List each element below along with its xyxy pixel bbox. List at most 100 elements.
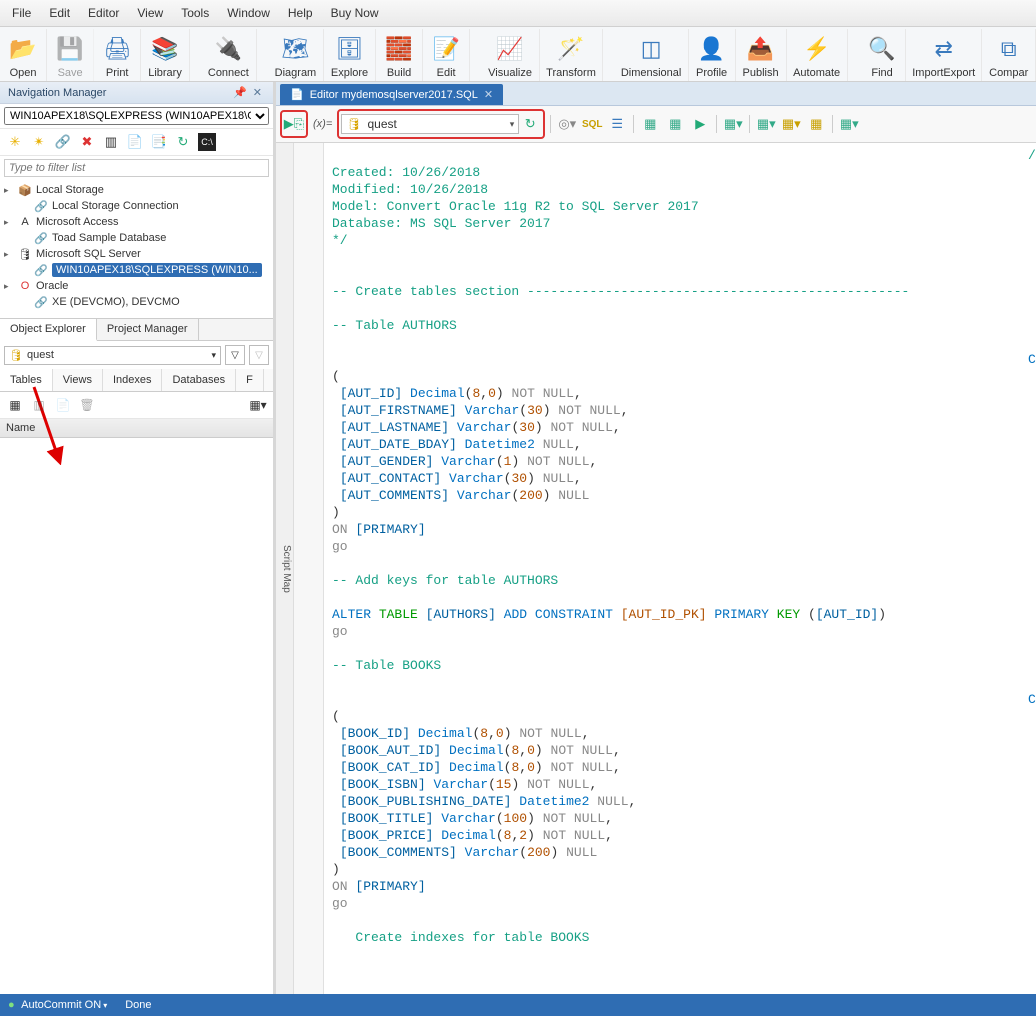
highlight-db-selector: 🛢 quest ▾ ↻	[337, 109, 545, 139]
tb-ic3-icon[interactable]: ☰	[606, 113, 628, 135]
ribbon-build[interactable]: 🧱Build	[376, 29, 423, 81]
obj-ic4-icon[interactable]: 🗑	[78, 396, 96, 414]
tb-ic9-icon[interactable]: ▦▾	[780, 113, 802, 135]
nav-title-bar: Navigation Manager 📌 ✕	[0, 82, 273, 104]
execute-button[interactable]: ▶⎘	[283, 113, 305, 135]
tab-more[interactable]: F	[236, 369, 264, 391]
ribbon-diagram[interactable]: 🗺Diagram	[268, 29, 324, 81]
tree-node[interactable]: 🔗XE (DEVCMO), DEVCMO	[4, 294, 269, 310]
filter-clear-button[interactable]: ▽	[249, 345, 269, 365]
nav-ic5-icon[interactable]: ▥	[102, 133, 120, 151]
object-list: Name	[0, 419, 273, 994]
obj-ic2-icon[interactable]: ▥	[30, 396, 48, 414]
nav-ic4-icon[interactable]: ✖	[78, 133, 96, 151]
autocommit-status[interactable]: ● AutoCommit ON▾	[8, 999, 107, 1011]
menu-buynow[interactable]: Buy Now	[323, 3, 387, 23]
ribbon-transform[interactable]: 🪄Transform	[540, 29, 604, 81]
ribbon-connect[interactable]: 🔌Connect	[201, 29, 257, 81]
tb-ic8-icon[interactable]: ▦▾	[755, 113, 777, 135]
visualize-icon: 📈	[494, 33, 526, 65]
database-icon: 🛢	[346, 117, 361, 131]
open-icon: 📂	[7, 33, 39, 65]
menu-help[interactable]: Help	[280, 3, 321, 23]
tab-object-explorer[interactable]: Object Explorer	[0, 319, 97, 341]
nav-ic2-icon[interactable]: ✴	[30, 133, 48, 151]
tree-node-icon: 🔗	[34, 199, 48, 213]
ribbon-edit[interactable]: 📝Edit	[423, 29, 470, 81]
ribbon-importexport[interactable]: ⇄ImportExport	[906, 29, 982, 81]
library-icon: 📚	[149, 33, 181, 65]
tree-node[interactable]: ▸🛢Microsoft SQL Server	[4, 246, 269, 262]
menu-tools[interactable]: Tools	[173, 3, 217, 23]
ribbon-dimensional[interactable]: ◫Dimensional	[615, 29, 689, 81]
nav-ic6-icon[interactable]: 📄	[126, 133, 144, 151]
nav-ic9-icon[interactable]: C:\	[198, 133, 216, 151]
connection-selector[interactable]: WIN10APEX18\SQLEXPRESS (WIN10APEX18\Cl..…	[0, 104, 273, 129]
tree-node[interactable]: ▸📦Local Storage	[4, 182, 269, 198]
nav-ic1-icon[interactable]: ✳	[6, 133, 24, 151]
nav-ic7-icon[interactable]: 📑	[150, 133, 168, 151]
tb-sql-icon[interactable]: SQL	[581, 113, 603, 135]
edit-icon: 📝	[430, 33, 462, 65]
explore-icon: 🗄	[334, 33, 366, 65]
ribbon-library[interactable]: 📚Library	[141, 29, 190, 81]
tb-ic1-icon[interactable]: ◎▾	[556, 113, 578, 135]
tree-node[interactable]: 🔗WIN10APEX18\SQLEXPRESS (WIN10...	[4, 262, 269, 278]
ribbon-print[interactable]: 🖨Print	[94, 29, 141, 81]
diagram-icon: 🗺	[279, 33, 311, 65]
ribbon-explore[interactable]: 🗄Explore	[324, 29, 376, 81]
editor-tab[interactable]: 📄 Editor mydemosqlserver2017.SQL ✕	[280, 84, 503, 105]
tree-node[interactable]: ▸OOracle	[4, 278, 269, 294]
print-icon: 🖨	[101, 33, 133, 65]
nav-ic8-icon[interactable]: ↻	[174, 133, 192, 151]
tree-node[interactable]: ▸AMicrosoft Access	[4, 214, 269, 230]
code-editor[interactable]: /* Created: 10/26/2018 Modified: 10/26/2…	[324, 143, 1036, 994]
object-type-tabs: Tables Views Indexes Databases F	[0, 369, 273, 392]
tree-node[interactable]: 🔗Local Storage Connection	[4, 198, 269, 214]
refresh-button[interactable]: ↻	[519, 113, 541, 135]
obj-ic3-icon[interactable]: 📄	[54, 396, 72, 414]
filter-button[interactable]: ▽	[225, 345, 245, 365]
tb-ic5-icon[interactable]: ▦	[664, 113, 686, 135]
tab-indexes[interactable]: Indexes	[103, 369, 163, 391]
ribbon-toolbar: 📂Open💾Save🖨Print📚Library🔌Connect🗺Diagram…	[0, 27, 1036, 82]
tab-tables[interactable]: Tables	[0, 369, 53, 391]
pin-icon[interactable]: 📌	[230, 86, 250, 99]
menu-editor[interactable]: Editor	[80, 3, 127, 23]
ribbon-open[interactable]: 📂Open	[0, 29, 47, 81]
compar-icon: ⧉	[993, 33, 1025, 65]
menu-view[interactable]: View	[129, 3, 171, 23]
tab-views[interactable]: Views	[53, 369, 103, 391]
menu-file[interactable]: File	[4, 3, 39, 23]
tab-databases[interactable]: Databases	[162, 369, 236, 391]
ribbon-visualize[interactable]: 📈Visualize	[481, 29, 539, 81]
tb-ic7-icon[interactable]: ▦▾	[722, 113, 744, 135]
dimensional-icon: ◫	[635, 33, 667, 65]
tb-ic4-icon[interactable]: ▦	[639, 113, 661, 135]
ribbon-find[interactable]: 🔍Find	[859, 29, 906, 81]
ribbon-profile[interactable]: 👤Profile	[689, 29, 736, 81]
tab-close-icon[interactable]: ✕	[484, 88, 493, 101]
script-map-sidebar[interactable]: Script Map	[276, 143, 294, 994]
ribbon-publish[interactable]: 📤Publish	[736, 29, 787, 81]
ribbon-compar[interactable]: ⧉Compar	[982, 29, 1036, 81]
nav-ic3-icon[interactable]: 🔗	[54, 133, 72, 151]
close-icon[interactable]: ✕	[250, 86, 265, 99]
ribbon-automate[interactable]: ⚡Automate	[787, 29, 848, 81]
menu-window[interactable]: Window	[219, 3, 278, 23]
obj-ic1-icon[interactable]: ▦	[6, 396, 24, 414]
tree-node-icon: 📦	[18, 183, 32, 197]
tb-ic10-icon[interactable]: ▦	[805, 113, 827, 135]
tb-ic11-icon[interactable]: ▦▾	[838, 113, 860, 135]
nav-filter-input[interactable]	[4, 159, 269, 177]
object-db-selector[interactable]: 🛢 quest ▾	[4, 346, 221, 365]
status-bar: ● AutoCommit ON▾ Done	[0, 994, 1036, 1016]
obj-view-icon[interactable]: ▦▾	[249, 396, 267, 414]
transform-icon: 🪄	[555, 33, 587, 65]
menu-edit[interactable]: Edit	[41, 3, 78, 23]
tab-project-manager[interactable]: Project Manager	[97, 319, 199, 340]
editor-db-selector[interactable]: 🛢 quest ▾	[341, 114, 519, 134]
tree-node[interactable]: 🔗Toad Sample Database	[4, 230, 269, 246]
object-list-header[interactable]: Name	[0, 419, 273, 438]
tb-ic6-icon[interactable]: ▶	[689, 113, 711, 135]
